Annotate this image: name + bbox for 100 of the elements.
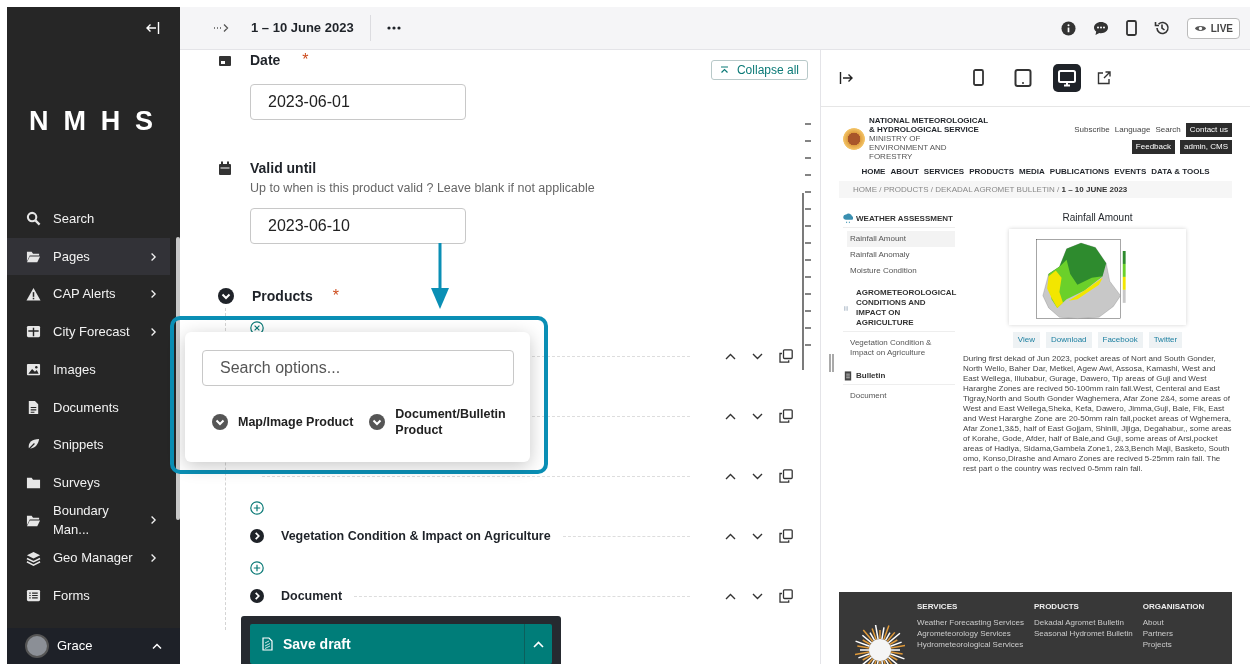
utility-link[interactable]: Language bbox=[1114, 124, 1151, 136]
sidebar-item[interactable]: Boundary Man... bbox=[7, 501, 170, 540]
copy-icon[interactable] bbox=[779, 589, 793, 603]
desktop-view-button[interactable] bbox=[1052, 64, 1081, 92]
action-button[interactable]: Facebook bbox=[1097, 332, 1143, 348]
sidebar-item[interactable]: CAP Alerts bbox=[7, 275, 170, 314]
required-mark: * bbox=[302, 50, 309, 70]
chevron-down-circle-icon bbox=[212, 414, 228, 430]
date-field[interactable]: 2023-06-01 bbox=[250, 84, 466, 120]
copy-icon[interactable] bbox=[779, 349, 793, 363]
footer-link[interactable]: Weather Forecasting Services bbox=[917, 617, 1024, 628]
search-field[interactable]: Search options... bbox=[202, 350, 514, 386]
utility-button[interactable]: admin, CMS bbox=[1180, 140, 1232, 154]
block-title[interactable]: Document bbox=[281, 586, 343, 606]
nav-link[interactable]: PUBLICATIONS bbox=[1049, 166, 1110, 178]
nav-link[interactable]: PRODUCTS bbox=[969, 166, 1015, 178]
action-button[interactable]: Download bbox=[1045, 332, 1092, 348]
footer-link[interactable]: Projects bbox=[1142, 639, 1205, 650]
chevron-right-icon bbox=[148, 250, 158, 263]
footer-link[interactable]: Partners bbox=[1142, 628, 1205, 639]
desktop-icon bbox=[1057, 69, 1076, 87]
chevron-up-icon[interactable] bbox=[725, 592, 736, 600]
chevron-up-icon[interactable] bbox=[725, 412, 736, 420]
utility-button[interactable]: Contact us bbox=[1185, 123, 1232, 137]
block-title[interactable]: Vegetation Condition & Impact on Agriculture bbox=[281, 526, 551, 546]
sidebar-item[interactable]: Documents bbox=[7, 388, 170, 427]
date-field[interactable]: 2023-06-10 bbox=[250, 208, 466, 244]
copy-icon[interactable] bbox=[779, 529, 793, 543]
nav-link[interactable]: HOME bbox=[861, 166, 886, 178]
chevron-down-icon[interactable] bbox=[752, 412, 763, 420]
option-button[interactable]: Document/Bulletin Product bbox=[359, 406, 514, 438]
section-link[interactable]: Vegetation Condition & Impact on Agriculture bbox=[847, 335, 955, 361]
section-heading: Bulletin bbox=[856, 370, 886, 381]
search-icon bbox=[26, 211, 41, 227]
history-icon[interactable] bbox=[1153, 20, 1170, 36]
action-button[interactable]: Twitter bbox=[1148, 332, 1183, 348]
comment-icon[interactable] bbox=[1092, 20, 1109, 36]
section-link[interactable]: Rainfall Amount bbox=[847, 231, 955, 247]
chevron-down-icon[interactable] bbox=[752, 472, 763, 480]
collapse-all-button[interactable]: Collapse all bbox=[710, 60, 808, 80]
folder-icon bbox=[26, 475, 41, 491]
footer-link[interactable]: Dekadal Agromet Bulletin bbox=[1034, 617, 1133, 628]
section-link[interactable]: Rainfall Anomaly bbox=[847, 247, 955, 263]
folder-icon bbox=[26, 249, 41, 265]
chevron-right-circle-icon[interactable] bbox=[250, 589, 264, 603]
image-icon bbox=[26, 362, 41, 378]
sidebar-item[interactable]: Images bbox=[7, 350, 170, 389]
chevron-down-circle-icon[interactable] bbox=[218, 288, 234, 304]
utility-link[interactable]: Subscribe bbox=[1074, 124, 1110, 136]
ministry-name: MINISTRY OF ENVIRONMENT AND FORESTRY bbox=[869, 134, 948, 161]
footer-link[interactable]: Hydrometeorological Services bbox=[917, 639, 1024, 650]
sidebar-item[interactable]: Forms bbox=[7, 576, 170, 615]
action-button[interactable]: View bbox=[1012, 332, 1040, 348]
chevron-up-icon[interactable] bbox=[725, 472, 736, 480]
section-link[interactable]: Moisture Condition bbox=[847, 263, 955, 279]
footer-link[interactable]: Agrometeorology Services bbox=[917, 628, 1024, 639]
option-button[interactable]: Map/Image Product bbox=[202, 414, 354, 430]
chevron-up-icon[interactable] bbox=[725, 352, 736, 360]
info-icon[interactable] bbox=[1060, 20, 1076, 36]
add-circle-icon[interactable] bbox=[250, 501, 264, 515]
nav-link[interactable]: SERVICES bbox=[923, 166, 965, 178]
section-icon bbox=[843, 370, 853, 381]
footer-link[interactable]: Seasonal Hydromet Bulletin bbox=[1034, 628, 1133, 639]
sidebar-item[interactable]: Surveys bbox=[7, 463, 170, 502]
chevron-down-icon[interactable] bbox=[752, 532, 763, 540]
nav-link[interactable]: EVENTS bbox=[1114, 166, 1147, 178]
sunburst-logo bbox=[855, 625, 905, 664]
sidebar-item[interactable]: Snippets bbox=[7, 426, 170, 464]
chevron-down-icon[interactable] bbox=[752, 592, 763, 600]
copy-icon[interactable] bbox=[779, 469, 793, 483]
section-link[interactable]: Document bbox=[847, 388, 955, 404]
breadcrumb-toggle-icon[interactable] bbox=[213, 23, 229, 33]
sidebar-item[interactable]: Geo Manager bbox=[7, 539, 170, 577]
more-icon[interactable] bbox=[386, 26, 401, 30]
mobile-icon[interactable] bbox=[1125, 20, 1137, 36]
expand-right-icon[interactable] bbox=[839, 72, 853, 84]
scrollbar[interactable] bbox=[176, 237, 180, 520]
chevron-down-icon[interactable] bbox=[752, 352, 763, 360]
chevron-right-icon bbox=[148, 288, 158, 301]
utility-button[interactable]: Feedback bbox=[1131, 140, 1175, 154]
sidebar-item[interactable]: Pages bbox=[7, 237, 170, 276]
sidebar-item[interactable]: City Forecast bbox=[7, 313, 170, 351]
chevron-right-circle-icon[interactable] bbox=[250, 529, 264, 543]
utility-link[interactable]: Search bbox=[1155, 124, 1181, 136]
caret-up-icon[interactable] bbox=[152, 642, 162, 650]
live-button[interactable]: LIVE bbox=[1186, 17, 1240, 39]
footer-link[interactable]: About bbox=[1142, 617, 1205, 628]
page-title: 1 – 10 June 2023 bbox=[251, 19, 354, 38]
nav-link[interactable]: MEDIA bbox=[1019, 166, 1045, 178]
resize-handle-icon[interactable] bbox=[829, 353, 834, 372]
copy-icon[interactable] bbox=[779, 409, 793, 423]
calendar-icon bbox=[218, 161, 232, 175]
sidebar-item[interactable]: Search bbox=[7, 200, 170, 238]
section-label: Products bbox=[252, 289, 313, 303]
external-link-icon[interactable] bbox=[1096, 71, 1111, 85]
nav-link[interactable]: DATA & TOOLS bbox=[1151, 166, 1210, 178]
nav-link[interactable]: ABOUT bbox=[890, 166, 919, 178]
chevron-up-icon[interactable] bbox=[725, 532, 736, 540]
collapse-sidebar-button[interactable] bbox=[146, 22, 160, 34]
add-circle-icon[interactable] bbox=[250, 561, 264, 575]
